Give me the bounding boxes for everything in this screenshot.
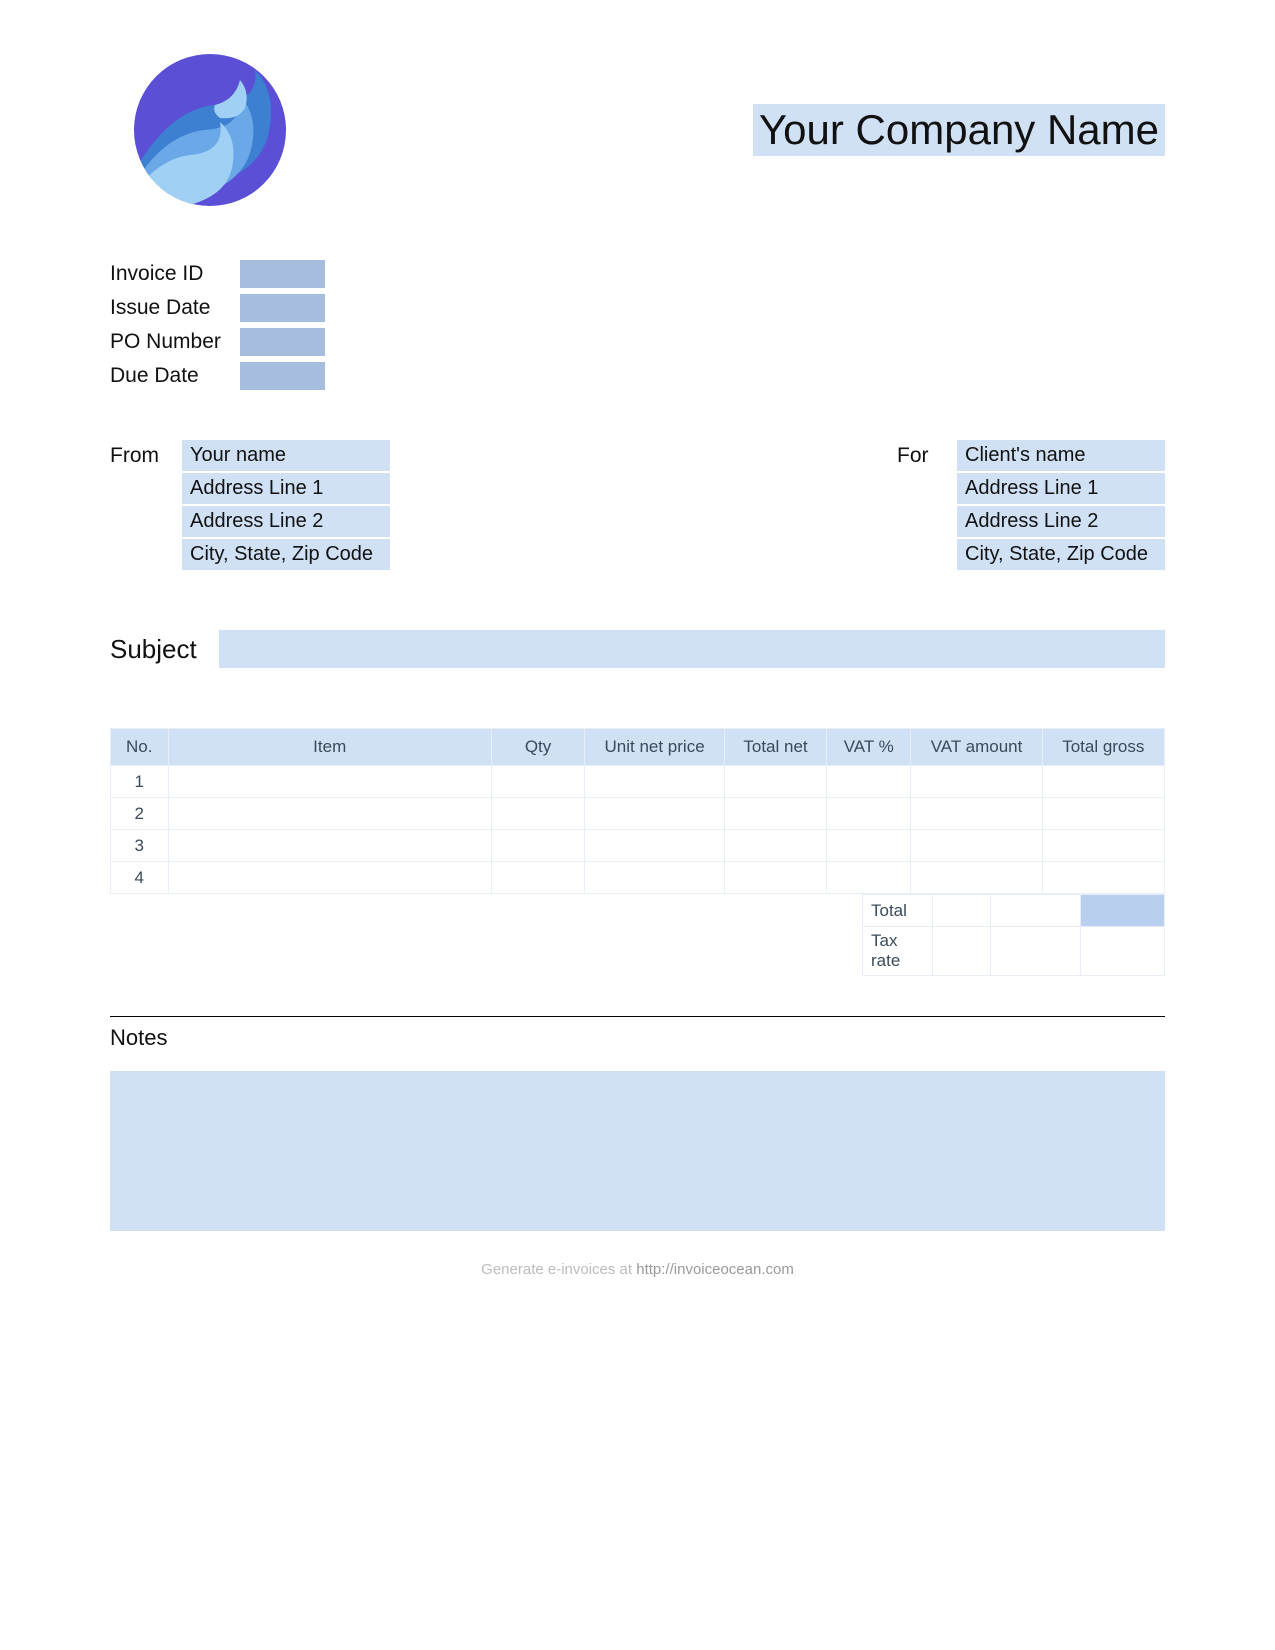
parties: From Your name Address Line 1 Address Li… — [110, 440, 1165, 570]
for-city-state-zip[interactable]: City, State, Zip Code — [957, 539, 1165, 570]
cell-vatamt[interactable] — [911, 798, 1042, 830]
table-row: 2 — [111, 798, 1165, 830]
cell-totalnet[interactable] — [725, 798, 827, 830]
summary-total-gross[interactable] — [1081, 895, 1165, 927]
for-name[interactable]: Client's name — [957, 440, 1165, 471]
cell-vatp[interactable] — [826, 766, 910, 798]
from-address2[interactable]: Address Line 2 — [182, 506, 390, 537]
for-address2[interactable]: Address Line 2 — [957, 506, 1165, 537]
notes-label: Notes — [110, 1025, 1165, 1051]
issue-date-label: Issue Date — [110, 296, 240, 320]
summary-total-vatp[interactable] — [933, 895, 991, 927]
cell-qty[interactable] — [491, 798, 584, 830]
cell-unit[interactable] — [585, 766, 725, 798]
th-total-net: Total net — [725, 729, 827, 766]
cell-vatp[interactable] — [826, 798, 910, 830]
th-vat-pct: VAT % — [826, 729, 910, 766]
from-label: From — [110, 440, 182, 570]
items-table: No. Item Qty Unit net price Total net VA… — [110, 728, 1165, 894]
summary-taxrate-vatp[interactable] — [933, 927, 991, 976]
company-name[interactable]: Your Company Name — [753, 104, 1165, 156]
subject-label: Subject — [110, 634, 197, 665]
cell-no: 4 — [111, 862, 169, 894]
from-city-state-zip[interactable]: City, State, Zip Code — [182, 539, 390, 570]
cell-vatamt[interactable] — [911, 862, 1042, 894]
for-address1[interactable]: Address Line 1 — [957, 473, 1165, 504]
cell-totalnet[interactable] — [725, 862, 827, 894]
cell-unit[interactable] — [585, 798, 725, 830]
th-no: No. — [111, 729, 169, 766]
subject-row: Subject — [110, 630, 1165, 668]
subject-field[interactable] — [219, 630, 1165, 668]
invoice-meta: Invoice ID Issue Date PO Number Due Date — [110, 260, 1165, 390]
cell-item[interactable] — [168, 830, 491, 862]
cell-totalnet[interactable] — [725, 766, 827, 798]
cell-totalgross[interactable] — [1042, 798, 1164, 830]
po-number-field[interactable] — [240, 328, 325, 356]
cell-totalgross[interactable] — [1042, 830, 1164, 862]
th-vat-amount: VAT amount — [911, 729, 1042, 766]
footer: Generate e-invoices at http://invoiceoce… — [110, 1261, 1165, 1278]
cell-totalgross[interactable] — [1042, 862, 1164, 894]
po-number-label: PO Number — [110, 330, 240, 354]
logo-wave-icon — [130, 50, 290, 210]
from-block: From Your name Address Line 1 Address Li… — [110, 440, 390, 570]
cell-vatp[interactable] — [826, 830, 910, 862]
issue-date-field[interactable] — [240, 294, 325, 322]
th-qty: Qty — [491, 729, 584, 766]
cell-item[interactable] — [168, 798, 491, 830]
cell-totalgross[interactable] — [1042, 766, 1164, 798]
th-total-gross: Total gross — [1042, 729, 1164, 766]
cell-qty[interactable] — [491, 862, 584, 894]
summary-taxrate-gross[interactable] — [1081, 927, 1165, 976]
divider — [110, 1016, 1165, 1017]
table-row: 4 — [111, 862, 1165, 894]
th-item: Item — [168, 729, 491, 766]
invoice-id-field[interactable] — [240, 260, 325, 288]
footer-link[interactable]: http://invoiceocean.com — [636, 1261, 794, 1278]
cell-qty[interactable] — [491, 830, 584, 862]
cell-vatamt[interactable] — [911, 830, 1042, 862]
cell-unit[interactable] — [585, 830, 725, 862]
summary-total-vatamt[interactable] — [991, 895, 1081, 927]
table-row: 3 — [111, 830, 1165, 862]
summary: Total Tax rate — [110, 894, 1165, 976]
th-unit-net-price: Unit net price — [585, 729, 725, 766]
cell-item[interactable] — [168, 862, 491, 894]
cell-vatp[interactable] — [826, 862, 910, 894]
cell-unit[interactable] — [585, 862, 725, 894]
cell-totalnet[interactable] — [725, 830, 827, 862]
summary-taxrate-vatamt[interactable] — [991, 927, 1081, 976]
summary-taxrate-label: Tax rate — [863, 927, 933, 976]
notes-field[interactable] — [110, 1071, 1165, 1231]
cell-no: 3 — [111, 830, 169, 862]
cell-no: 2 — [111, 798, 169, 830]
cell-item[interactable] — [168, 766, 491, 798]
cell-qty[interactable] — [491, 766, 584, 798]
for-label: For — [897, 440, 957, 570]
header: Your Company Name — [110, 50, 1165, 210]
due-date-field[interactable] — [240, 362, 325, 390]
cell-vatamt[interactable] — [911, 766, 1042, 798]
cell-no: 1 — [111, 766, 169, 798]
invoice-id-label: Invoice ID — [110, 262, 240, 286]
table-row: 1 — [111, 766, 1165, 798]
for-block: For Client's name Address Line 1 Address… — [897, 440, 1165, 570]
summary-total-label: Total — [863, 895, 933, 927]
footer-text: Generate e-invoices at — [481, 1261, 636, 1278]
from-address1[interactable]: Address Line 1 — [182, 473, 390, 504]
due-date-label: Due Date — [110, 364, 240, 388]
from-name[interactable]: Your name — [182, 440, 390, 471]
